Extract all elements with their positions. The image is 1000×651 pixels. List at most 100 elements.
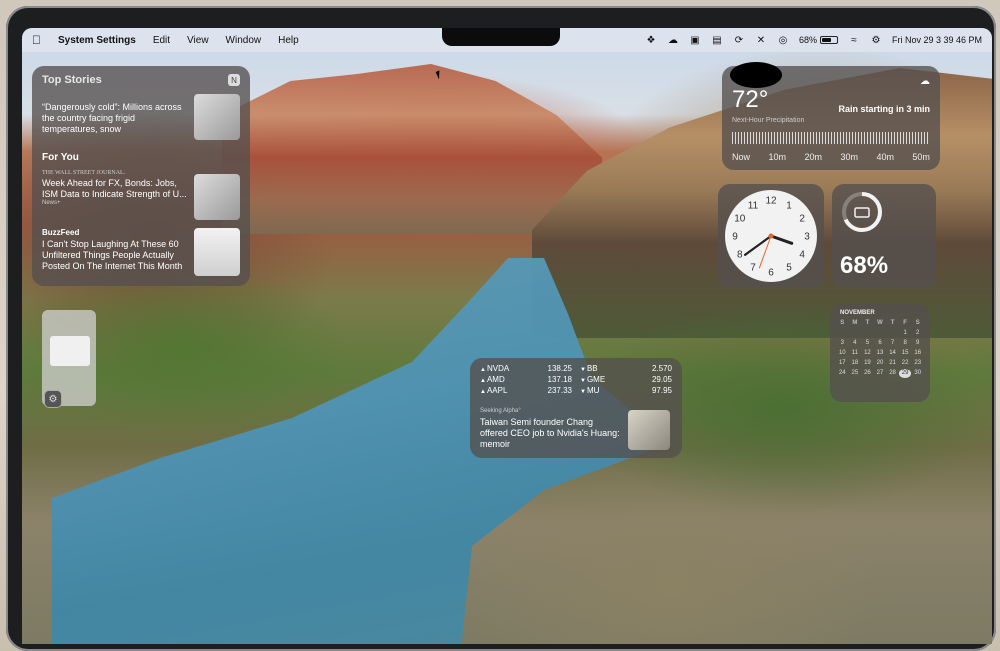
analog-clock-face: 12 12 3 45 6 78 9 1011 (725, 190, 817, 282)
battery-icon (819, 36, 838, 44)
calendar-weekday: W (877, 320, 883, 326)
menu-app-name[interactable]: System Settings (58, 35, 136, 46)
clock-number: 9 (732, 232, 738, 243)
calendar-day[interactable]: 9 (911, 339, 924, 348)
calendar-day[interactable]: 7 (886, 339, 899, 348)
stock-row[interactable]: NVDA 138.25 (480, 364, 572, 375)
redacted-location (730, 62, 782, 88)
stock-symbol: AAPL (480, 386, 507, 397)
calendar-day[interactable]: 15 (899, 349, 912, 358)
battery-widget[interactable]: 68% (832, 184, 936, 288)
battery-status[interactable]: 68% (799, 35, 838, 45)
calendar-grid: S M T W T F S 1 2 3 4 5 6 7 8 9 10 11 12 13 14 15 16 17 18 19 20 21… (836, 319, 924, 378)
apple-menu-icon[interactable]:  (32, 33, 41, 47)
calendar-day[interactable]: 10 (836, 349, 849, 358)
box-icon[interactable]: ▣ (689, 34, 701, 46)
stock-row[interactable]: MU 97.95 (580, 386, 672, 397)
cloud-sync-icon[interactable]: ☁ (667, 34, 679, 46)
wifi-icon[interactable]: ≈ (848, 34, 860, 46)
calendar-day[interactable]: 19 (861, 359, 874, 368)
stocks-column-left: NVDA 138.25 AMD 137.18 AAPL 237.33 (480, 364, 572, 397)
menu-help[interactable]: Help (278, 35, 299, 46)
calendar-widget[interactable]: NOVEMBER S M T W T F S 1 2 3 4 5 6 7 8 9 10 11 12 13 14 15 16 1… (830, 304, 930, 402)
menu-datetime[interactable]: Fri Nov 29 3 39 46 PM (892, 35, 982, 45)
calendar-day[interactable]: 25 (849, 369, 862, 378)
news-widget[interactable]: Top Stories N “Dangerously cold”: Millio… (32, 66, 250, 286)
stocks-widget[interactable]: NVDA 138.25 AMD 137.18 AAPL 237.33 BB 2.570 GME… (470, 358, 682, 458)
tick-label: 30m (840, 152, 858, 162)
document-icon[interactable]: ▤ (711, 34, 723, 46)
stock-row[interactable]: AMD 137.18 (480, 375, 572, 386)
calendar-day[interactable]: 16 (911, 349, 924, 358)
tick-label: Now (732, 152, 751, 162)
weather-precip-label: Next-Hour Precipitation (732, 117, 805, 124)
calendar-day[interactable]: 1 (899, 329, 912, 338)
news-story-wsj[interactable]: THE WALL STREET JOURNAL. Week Ahead for … (42, 170, 240, 220)
clock-number: 6 (768, 268, 774, 279)
stock-row[interactable]: AAPL 237.33 (480, 386, 572, 397)
tick-label: 20m (804, 152, 822, 162)
clock-number: 11 (748, 200, 759, 211)
calendar-today[interactable]: 29 (898, 369, 912, 378)
calendar-day[interactable]: 22 (899, 359, 912, 368)
calendar-day[interactable]: 12 (861, 349, 874, 358)
news-story-buzzfeed[interactable]: BuzzFeed I Can't Stop Laughing At These … (42, 228, 240, 276)
calendar-day (886, 329, 899, 338)
news-story-headline: Week Ahead for FX, Bonds: Jobs, ISM Data… (42, 178, 187, 199)
calendar-day[interactable]: 11 (849, 349, 862, 358)
calendar-day[interactable]: 23 (911, 359, 924, 368)
battery-widget-percent: 68% (840, 252, 889, 279)
calendar-day[interactable]: 6 (874, 339, 887, 348)
clock-number: 7 (750, 263, 756, 274)
calendar-day[interactable]: 4 (849, 339, 862, 348)
calendar-day[interactable]: 14 (886, 349, 899, 358)
calendar-day[interactable]: 3 (836, 339, 849, 348)
stock-row[interactable]: GME 29.05 (580, 375, 672, 386)
calendar-weekday: M (852, 320, 858, 326)
calendar-day[interactable]: 13 (874, 349, 887, 358)
clock-number: 12 (765, 196, 777, 207)
clock-number: 8 (737, 250, 743, 261)
news-top-story[interactable]: “Dangerously cold”: Millions across the … (42, 94, 240, 140)
calendar-day (849, 329, 862, 338)
menu-edit[interactable]: Edit (153, 35, 170, 46)
calendar-day[interactable]: 18 (849, 359, 862, 368)
mute-icon[interactable]: ✕ (755, 34, 767, 46)
calendar-day[interactable]: 30 (911, 369, 924, 378)
stocks-article-headline[interactable]: Taiwan Semi founder Chang offered CEO jo… (480, 417, 620, 450)
clock-widget[interactable]: 12 1 2 3 4 5 6 7 8 9 10 11 (718, 184, 824, 288)
calendar-day[interactable]: 27 (874, 369, 887, 378)
news-widget-title: Top Stories (42, 74, 102, 86)
calendar-day[interactable]: 17 (836, 359, 849, 368)
weather-forecast: Rain starting in 3 min (838, 104, 930, 114)
stock-price: 2.570 (651, 364, 672, 373)
menu-window[interactable]: Window (226, 35, 262, 46)
menu-view[interactable]: View (187, 35, 209, 46)
calendar-day[interactable]: 21 (886, 359, 899, 368)
calendar-day[interactable]: 5 (861, 339, 874, 348)
calendar-day[interactable]: 24 (836, 369, 849, 378)
wallpaper-cliff-left (222, 64, 602, 234)
battery-fill (821, 38, 832, 42)
calendar-day[interactable]: 2 (911, 329, 924, 338)
calendar-day[interactable]: 26 (861, 369, 874, 378)
control-center-icon[interactable]: ⚙ (870, 34, 882, 46)
stock-row[interactable]: BB 2.570 (580, 364, 672, 375)
news-story-thumbnail (194, 228, 240, 276)
camera-notch (442, 28, 560, 46)
calendar-day[interactable]: 8 (899, 339, 912, 348)
weather-widget[interactable]: 72° ☁ Rain starting in 3 min Next-Hour P… (722, 62, 940, 170)
system-settings-app-icon[interactable]: ⚙ (44, 390, 62, 408)
news-story-headline: I Can't Stop Laughing At These 60 Unfilt… (42, 239, 183, 271)
dropbox-icon[interactable]: ❖ (645, 34, 657, 46)
stock-price: 138.25 (547, 364, 572, 373)
calendar-weekday: F (903, 320, 907, 326)
calendar-day[interactable]: 20 (874, 359, 887, 368)
laptop-bezel:  System Settings Edit View Window Help … (6, 6, 996, 651)
stock-symbol: AMD (480, 375, 505, 386)
sync-icon[interactable]: ⟳ (733, 34, 745, 46)
calendar-day[interactable]: 28 (886, 369, 899, 378)
news-top-story-headline: “Dangerously cold”: Millions across the … (42, 102, 182, 134)
stock-symbol: MU (580, 386, 599, 397)
airdrop-icon[interactable]: ◎ (777, 34, 789, 46)
